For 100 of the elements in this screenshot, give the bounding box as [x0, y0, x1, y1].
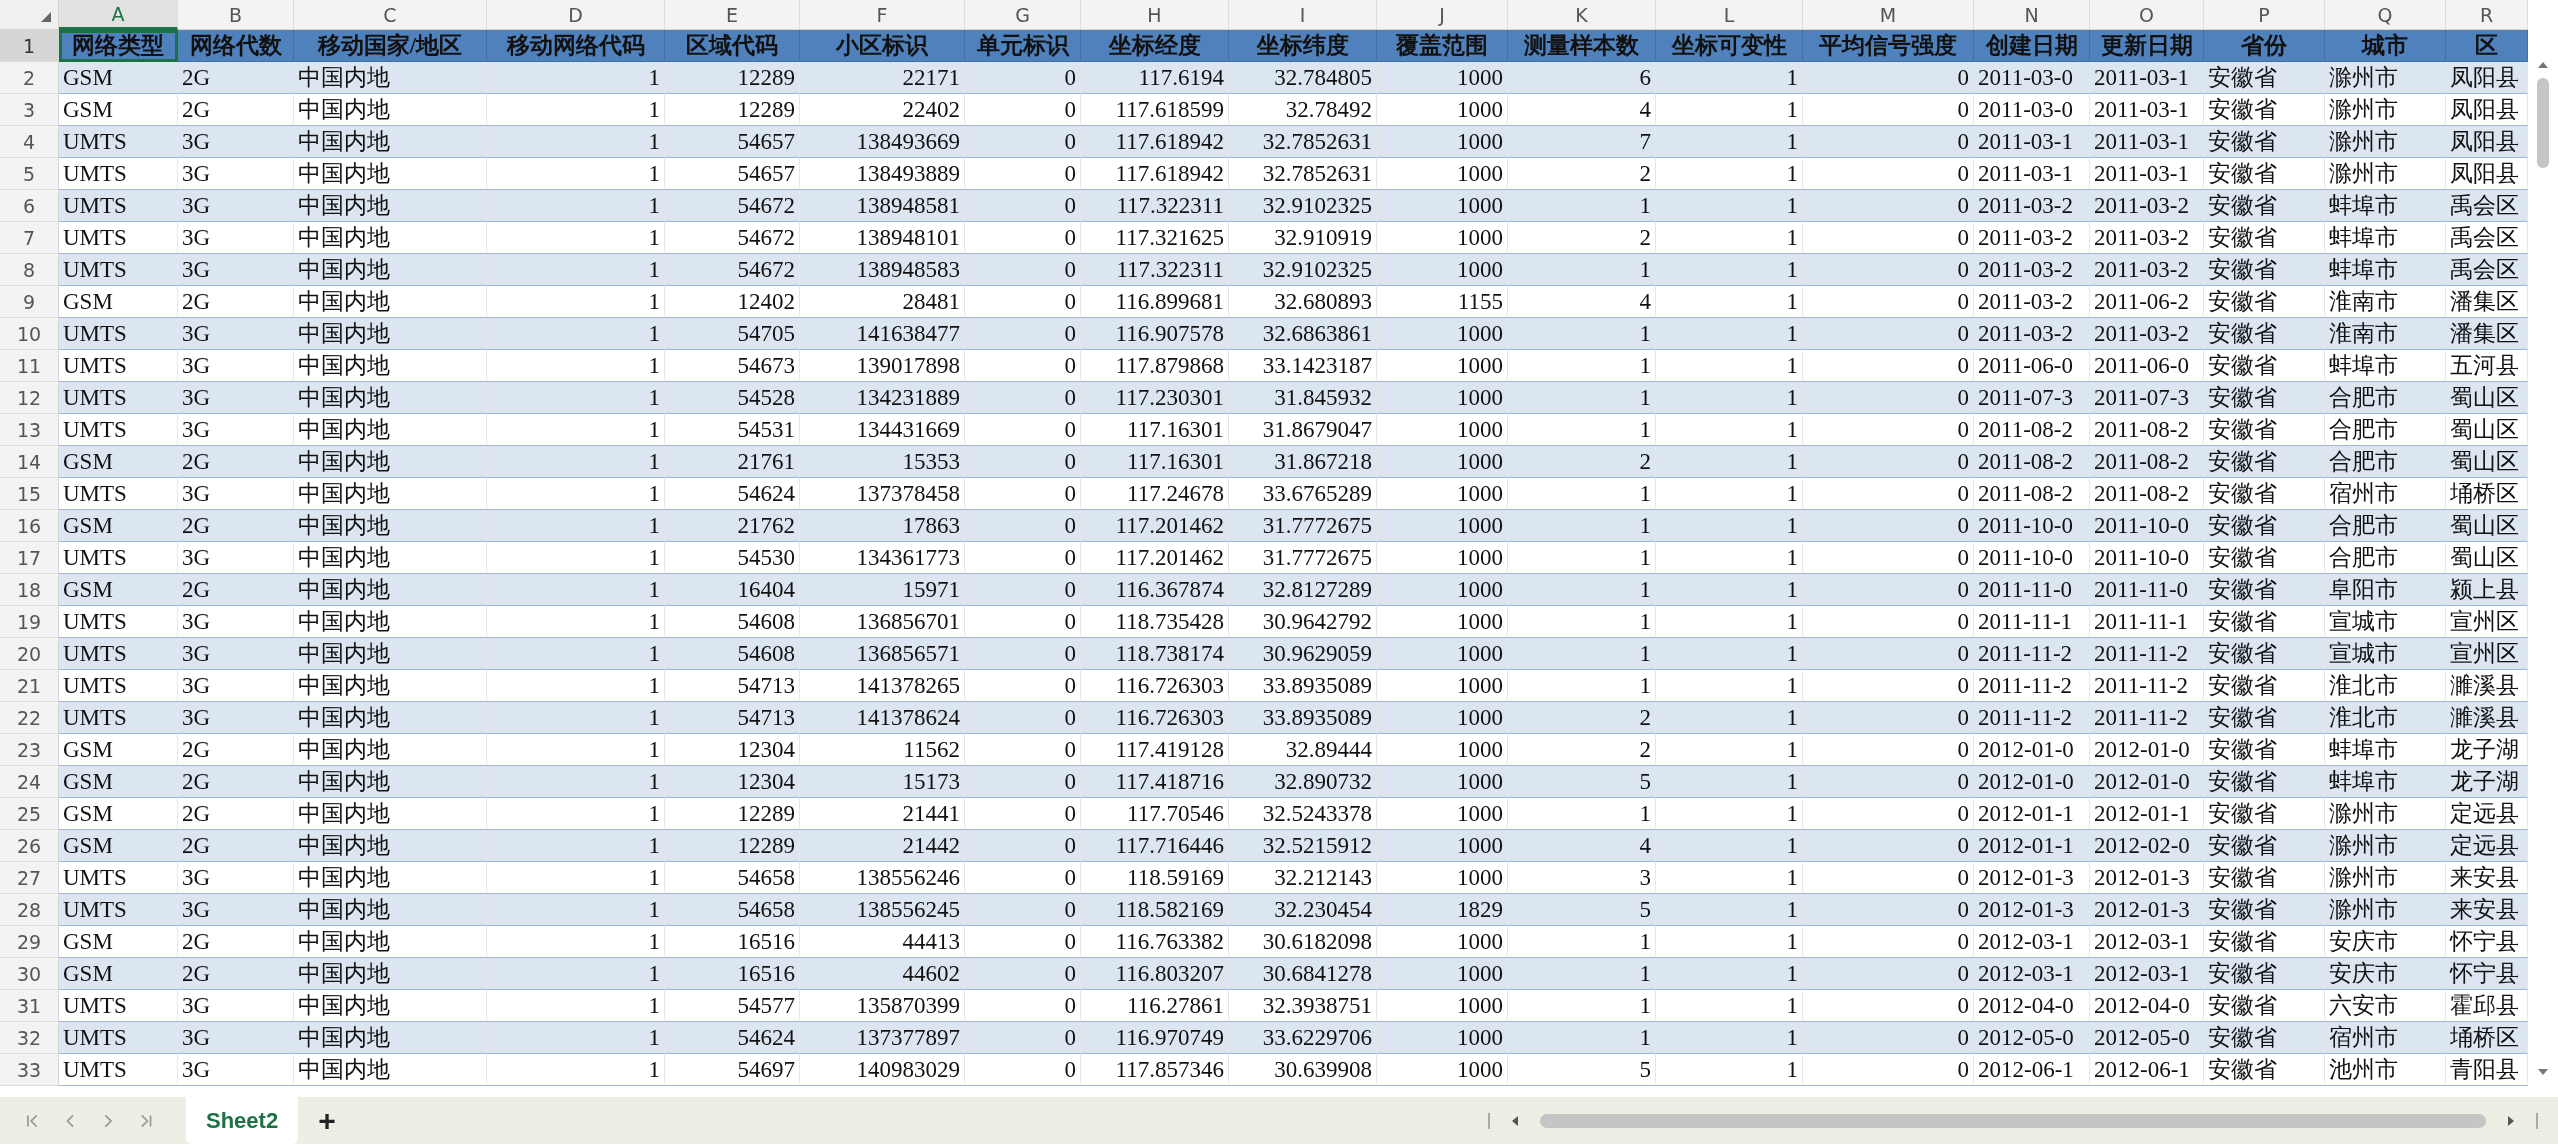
row-header[interactable]: 3 — [0, 94, 59, 126]
column-header[interactable]: O — [2090, 0, 2204, 30]
add-sheet-button[interactable]: + — [306, 1097, 348, 1144]
row-header[interactable]: 1 — [0, 30, 59, 62]
table-cell: GSM — [59, 958, 178, 990]
table-cell: 32.784805 — [1229, 62, 1377, 94]
row-header[interactable]: 15 — [0, 478, 59, 510]
table-cell: 阜阳市 — [2325, 574, 2446, 606]
row-header[interactable]: 27 — [0, 862, 59, 894]
table-cell: 1 — [487, 894, 665, 926]
table-cell: 安徽省 — [2204, 254, 2325, 286]
table-cell: 中国内地 — [294, 958, 487, 990]
row-header[interactable]: 9 — [0, 286, 59, 318]
column-header[interactable]: A — [59, 0, 178, 30]
table-cell: 2011-03-2 — [1974, 190, 2090, 222]
table-cell: 0 — [965, 830, 1081, 862]
column-header[interactable]: H — [1081, 0, 1229, 30]
column-header[interactable]: Q — [2325, 0, 2446, 30]
column-header[interactable]: G — [965, 0, 1081, 30]
table-cell: UMTS — [59, 318, 178, 350]
table-cell: 6 — [1508, 62, 1656, 94]
table-cell: 2012-05-0 — [2090, 1022, 2204, 1054]
sheet-tab[interactable]: Sheet2 — [186, 1097, 299, 1144]
row-header[interactable]: 4 — [0, 126, 59, 158]
table-cell: 中国内地 — [294, 1022, 487, 1054]
scroll-right-icon[interactable] — [2506, 1113, 2516, 1128]
column-header[interactable]: N — [1974, 0, 2090, 30]
row-header[interactable]: 2 — [0, 62, 59, 94]
row-header[interactable]: 14 — [0, 446, 59, 478]
table-cell: 0 — [965, 766, 1081, 798]
row-header[interactable]: 19 — [0, 606, 59, 638]
table-cell: 0 — [1803, 766, 1974, 798]
column-header[interactable]: D — [487, 0, 665, 30]
column-header[interactable]: I — [1229, 0, 1377, 30]
table-cell: 0 — [965, 254, 1081, 286]
column-header[interactable]: K — [1508, 0, 1656, 30]
row-header[interactable]: 5 — [0, 158, 59, 190]
row-header[interactable]: 31 — [0, 990, 59, 1022]
column-header[interactable]: E — [665, 0, 800, 30]
row-header[interactable]: 8 — [0, 254, 59, 286]
table-cell: 1 — [487, 830, 665, 862]
column-header[interactable]: L — [1656, 0, 1803, 30]
table-cell: 54658 — [665, 894, 800, 926]
horizontal-scroll-thumb[interactable] — [1540, 1113, 2486, 1128]
column-header[interactable]: B — [178, 0, 294, 30]
column-header[interactable]: M — [1803, 0, 1974, 30]
column-header[interactable]: R — [2446, 0, 2528, 30]
table-cell: UMTS — [59, 702, 178, 734]
row-header[interactable]: 6 — [0, 190, 59, 222]
table-cell: 宿州市 — [2325, 1022, 2446, 1054]
row-header[interactable]: 23 — [0, 734, 59, 766]
row-header[interactable]: 17 — [0, 542, 59, 574]
table-cell: 116.726303 — [1081, 702, 1229, 734]
table-cell: 138948583 — [800, 254, 965, 286]
scroll-thumb[interactable] — [2537, 78, 2549, 168]
table-cell: 怀宁县 — [2446, 958, 2528, 990]
table-cell: 2011-03-1 — [2090, 62, 2204, 94]
scroll-up-icon[interactable] — [2536, 60, 2550, 70]
table-cell: 0 — [1803, 894, 1974, 926]
scroll-left-icon[interactable] — [1510, 1113, 1520, 1128]
table-cell: 54608 — [665, 638, 800, 670]
row-header[interactable]: 28 — [0, 894, 59, 926]
row-header[interactable]: 10 — [0, 318, 59, 350]
row-header[interactable]: 12 — [0, 382, 59, 414]
column-header[interactable]: P — [2204, 0, 2325, 30]
table-cell: 安徽省 — [2204, 1054, 2325, 1086]
row-header[interactable]: 16 — [0, 510, 59, 542]
row-header[interactable]: 18 — [0, 574, 59, 606]
row-header[interactable]: 26 — [0, 830, 59, 862]
row-header[interactable]: 29 — [0, 926, 59, 958]
table-cell: 3G — [178, 126, 294, 158]
table-cell: 合肥市 — [2325, 510, 2446, 542]
table-cell: 2011-03-0 — [1974, 62, 2090, 94]
header-cell: 网络类型 — [59, 30, 178, 62]
table-cell: 117.418716 — [1081, 766, 1229, 798]
row-header[interactable]: 25 — [0, 798, 59, 830]
row-header[interactable]: 20 — [0, 638, 59, 670]
column-header[interactable]: F — [800, 0, 965, 30]
table-cell: 蜀山区 — [2446, 510, 2528, 542]
table-cell: 1 — [487, 702, 665, 734]
row-header[interactable]: 32 — [0, 1022, 59, 1054]
table-cell: 134231889 — [800, 382, 965, 414]
column-header[interactable]: J — [1377, 0, 1508, 30]
table-cell: 2012-01-1 — [1974, 830, 2090, 862]
row-header[interactable]: 11 — [0, 350, 59, 382]
table-cell: 2011-03-2 — [1974, 254, 2090, 286]
table-cell: 1 — [487, 638, 665, 670]
row-header[interactable]: 21 — [0, 670, 59, 702]
table-cell: 0 — [1803, 126, 1974, 158]
row-header[interactable]: 30 — [0, 958, 59, 990]
scroll-down-icon[interactable] — [2536, 1067, 2550, 1077]
column-header[interactable]: C — [294, 0, 487, 30]
row-header[interactable]: 7 — [0, 222, 59, 254]
row-header[interactable]: 33 — [0, 1054, 59, 1086]
row-header[interactable]: 13 — [0, 414, 59, 446]
row-header[interactable]: 22 — [0, 702, 59, 734]
table-cell: 2012-01-0 — [2090, 766, 2204, 798]
table-cell: 合肥市 — [2325, 446, 2446, 478]
select-all-corner[interactable] — [0, 0, 59, 30]
row-header[interactable]: 24 — [0, 766, 59, 798]
